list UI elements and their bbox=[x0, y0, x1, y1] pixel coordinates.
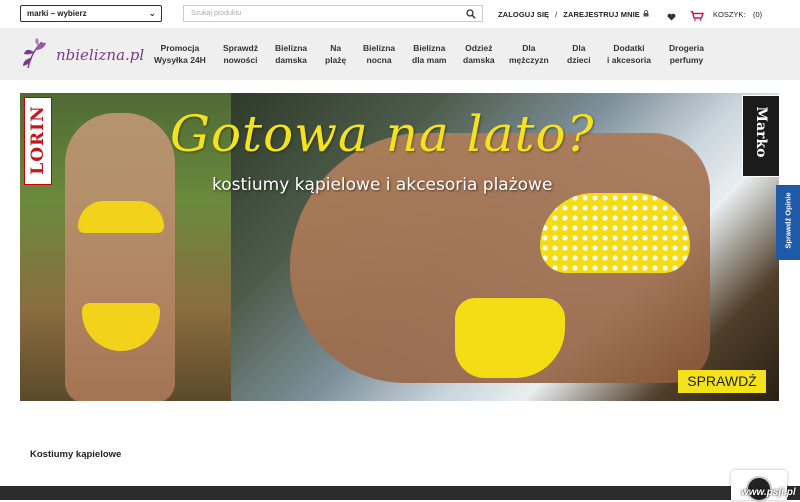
search-placeholder: Szukaj produktu bbox=[191, 10, 242, 17]
main-nav: nbielizna.pl Promocja Wysyłka 24H Sprawdź… bbox=[0, 28, 800, 80]
cart-label[interactable]: KOSZYK: bbox=[713, 10, 746, 19]
nav-item-odziez-damska[interactable]: Odzież damska bbox=[463, 42, 495, 66]
nav-line: Dodatki bbox=[613, 43, 645, 53]
nav-line: Sprawdź bbox=[223, 43, 258, 53]
auth-separator: / bbox=[555, 10, 558, 19]
nav-line: dzieci bbox=[567, 55, 591, 65]
nav-line: Promocja bbox=[160, 43, 200, 53]
marko-logo: Marko bbox=[742, 95, 779, 177]
model-left-image bbox=[65, 113, 175, 401]
hero-headline: Gotowa na lato? bbox=[170, 105, 595, 163]
nav-line: damska bbox=[463, 55, 495, 65]
watermark: www.psji.pl bbox=[741, 487, 796, 498]
cart-icon[interactable] bbox=[690, 8, 704, 26]
nav-line: perfumy bbox=[669, 55, 704, 65]
opinie-side-tab[interactable]: Sprawdź Opinie bbox=[776, 185, 800, 260]
opinie-tab-label: Sprawdź Opinie bbox=[783, 192, 793, 249]
nav-line: Drogeria bbox=[669, 43, 704, 53]
brand-select[interactable]: marki – wybierz ⌄ bbox=[20, 5, 162, 22]
hero-subline: kostiumy kąpielowe i akcesoria plażowe bbox=[212, 175, 553, 195]
bikini-top-right bbox=[540, 193, 690, 273]
auth-links: ZALOGUJ SIĘ / ZAREJESTRUJ MNIE bbox=[498, 10, 649, 19]
lorin-logo-text: LORIN bbox=[28, 105, 48, 175]
nav-item-dla-mezczyzn[interactable]: Dla mężczyzn bbox=[509, 42, 549, 66]
chevron-down-icon: ⌄ bbox=[148, 8, 156, 18]
search-input[interactable]: Szukaj produktu bbox=[183, 5, 483, 22]
nav-line: Bielizna bbox=[363, 43, 396, 53]
nav-line: nocna bbox=[366, 55, 392, 65]
nav-item-bielizna-damska[interactable]: Bielizna damska bbox=[275, 42, 307, 66]
hero-cta-button[interactable]: SPRAWDŹ bbox=[678, 370, 766, 393]
nav-item-nowosci[interactable]: Sprawdź nowości bbox=[223, 42, 258, 66]
nav-line: Na bbox=[330, 43, 342, 53]
bikini-top-left bbox=[78, 201, 164, 233]
nav-line: nowości bbox=[223, 55, 258, 65]
bottom-strip bbox=[0, 486, 800, 500]
register-link[interactable]: ZAREJESTRUJ MNIE bbox=[563, 10, 640, 19]
nav-line: dla mam bbox=[412, 55, 447, 65]
lock-icon bbox=[643, 10, 649, 19]
marko-logo-text: Marko bbox=[753, 106, 769, 158]
nav-item-bielizna-nocna[interactable]: Bielizna nocna bbox=[363, 42, 395, 66]
section-title: Kostiumy kąpielowe bbox=[30, 449, 122, 460]
brand-select-value: marki – wybierz bbox=[27, 9, 87, 18]
login-link[interactable]: ZALOGUJ SIĘ bbox=[498, 10, 549, 19]
logo-text: nbielizna.pl bbox=[56, 46, 145, 64]
hero-banner[interactable]: LORIN Marko Gotowa na lato? kostiumy kąp… bbox=[20, 93, 779, 401]
nav-line: Bielizna bbox=[275, 43, 308, 53]
search-icon[interactable] bbox=[466, 9, 476, 19]
nav-line: Dla bbox=[572, 43, 586, 53]
nav-line: damska bbox=[275, 55, 307, 65]
nav-line: mężczyzn bbox=[509, 55, 549, 65]
nav-line: i akcesoria bbox=[607, 55, 651, 65]
logo-flower-icon bbox=[23, 38, 46, 69]
nav-line: Odzież bbox=[465, 43, 493, 53]
heart-icon[interactable] bbox=[667, 8, 676, 26]
nav-line: Dla bbox=[522, 43, 536, 53]
nav-item-dla-dzieci[interactable]: Dla dzieci bbox=[567, 42, 591, 66]
lorin-logo: LORIN bbox=[24, 97, 52, 185]
nav-item-dodatki[interactable]: Dodatki i akcesoria bbox=[607, 42, 651, 66]
nav-item-drogeria[interactable]: Drogeria perfumy bbox=[669, 42, 704, 66]
cart-count: (0) bbox=[753, 10, 763, 19]
nav-item-bielizna-dla-mam[interactable]: Bielizna dla mam bbox=[412, 42, 447, 66]
nav-item-na-plaze[interactable]: Na plażę bbox=[325, 42, 346, 66]
nav-line: plażę bbox=[325, 55, 347, 65]
top-bar: marki – wybierz ⌄ Szukaj produktu ZALOGU… bbox=[0, 0, 800, 28]
nav-item-promocja[interactable]: Promocja Wysyłka 24H bbox=[154, 42, 206, 66]
nav-line: Wysyłka 24H bbox=[154, 55, 206, 65]
nav-line: Bielizna bbox=[413, 43, 446, 53]
